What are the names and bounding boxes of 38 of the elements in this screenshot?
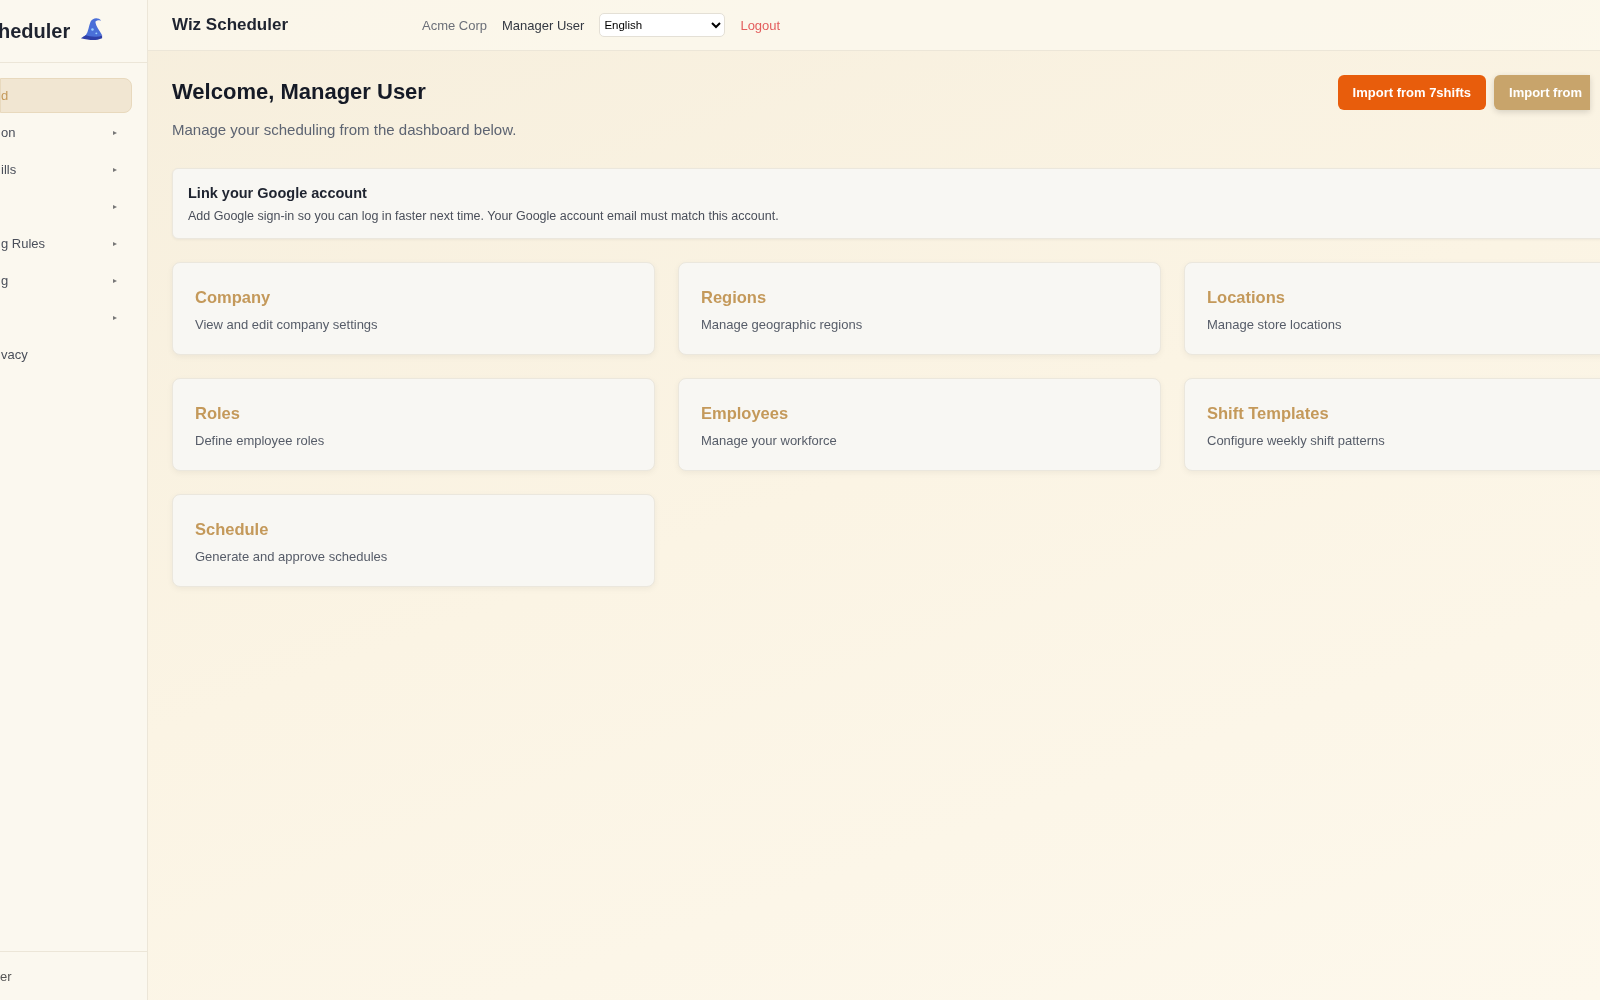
card-description: Generate and approve schedules xyxy=(195,549,389,564)
logout-link[interactable]: Logout xyxy=(740,17,781,33)
brand-name: heduler xyxy=(0,19,71,43)
language-select[interactable]: English xyxy=(599,13,726,37)
card-description: Manage your workforce xyxy=(701,433,838,448)
sidebar-item[interactable]: on xyxy=(0,115,132,150)
card-title: Shift Templates xyxy=(1207,404,1330,423)
sidebar-item[interactable]: g xyxy=(0,263,132,298)
user-name: Manager User xyxy=(502,17,585,33)
card-title: Employees xyxy=(701,404,790,423)
banner-title: Link your Google account xyxy=(188,185,368,201)
app-title: Wiz Scheduler xyxy=(172,15,290,35)
company-name: Acme Corp xyxy=(422,17,488,33)
sidebar-item[interactable]: ills xyxy=(0,152,132,187)
card-title: Schedule xyxy=(195,520,270,539)
dashboard-card[interactable]: Shift Templates Configure weekly shift patterns xyxy=(1184,378,1600,471)
card-title: Roles xyxy=(195,404,241,423)
dashboard-card[interactable]: Schedule Generate and approve schedules xyxy=(172,494,655,587)
card-description: Configure weekly shift patterns xyxy=(1207,433,1386,448)
sidebar-footer-text: er xyxy=(0,968,12,984)
banner-text: Add Google sign-in so you can log in faster next time. Your Google account email must match this account. xyxy=(188,209,780,223)
page-subtitle: Manage your scheduling from the dashboard below. xyxy=(172,121,517,138)
card-title: Regions xyxy=(701,288,768,307)
card-title: Company xyxy=(195,288,272,307)
page-title: Welcome, Manager User xyxy=(172,79,427,105)
card-description: Define employee roles xyxy=(195,433,326,448)
sidebar-item[interactable]: g Rules xyxy=(0,226,132,261)
card-description: View and edit company settings xyxy=(195,317,379,332)
dashboard-card[interactable]: Employees Manage your workforce xyxy=(678,378,1161,471)
card-title: Locations xyxy=(1207,288,1286,307)
sidebar-item[interactable]: vacy xyxy=(0,337,132,372)
card-description: Manage geographic regions xyxy=(701,317,864,332)
dashboard-card[interactable]: Regions Manage geographic regions xyxy=(678,262,1161,355)
card-description: Manage store locations xyxy=(1207,317,1343,332)
dashboard-card[interactable]: Locations Manage store locations xyxy=(1184,262,1600,355)
dashboard-card[interactable]: Company View and edit company settings xyxy=(172,262,655,355)
import-button[interactable]: Import from 7shifts xyxy=(1337,75,1487,110)
dashboard-card[interactable]: Roles Define employee roles xyxy=(172,378,655,471)
